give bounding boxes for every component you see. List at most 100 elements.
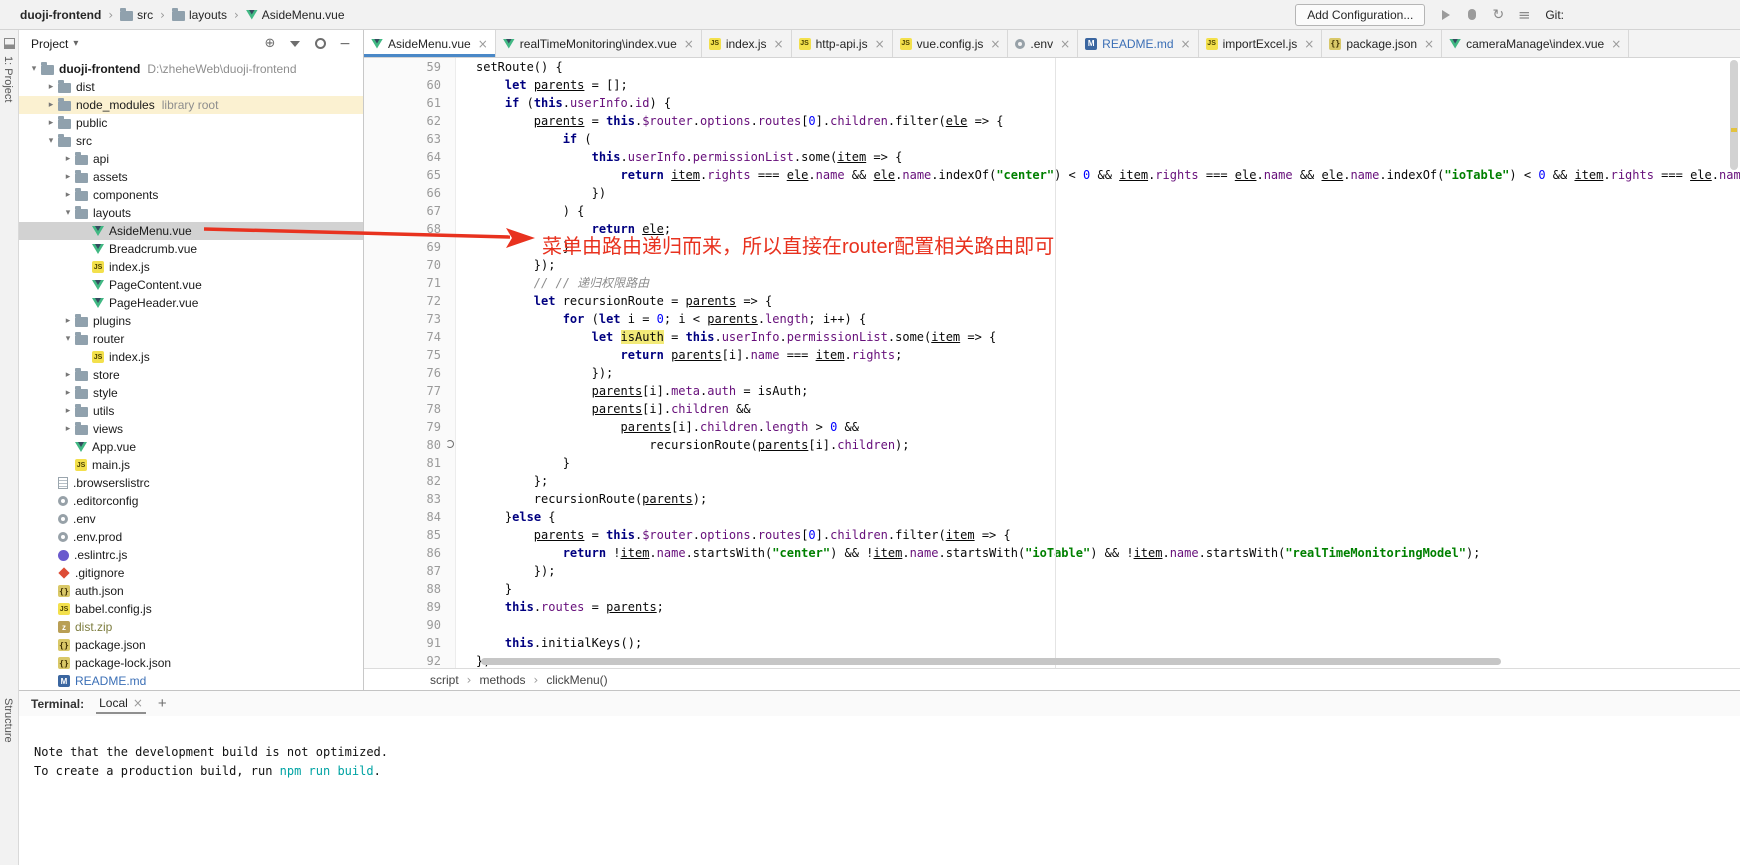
code-line[interactable]: return parents[i].name === item.rights; xyxy=(476,346,1740,364)
gutter-line-number[interactable]: 86 xyxy=(364,544,455,562)
editor[interactable]: 5960616263646566676869707172737475767778… xyxy=(364,58,1740,668)
code-line[interactable]: return !item.name.startsWith("center") &… xyxy=(476,544,1740,562)
tree-item-breadcrumb-vue[interactable]: Breadcrumb.vue xyxy=(19,240,363,258)
chevron-down-icon[interactable]: ▾ xyxy=(61,208,75,218)
tree-item-style[interactable]: ▸style xyxy=(19,384,363,402)
tree-item-utils[interactable]: ▸utils xyxy=(19,402,363,420)
close-tab-icon[interactable]: × xyxy=(1304,37,1314,51)
close-tab-icon[interactable]: × xyxy=(133,696,143,710)
gutter-line-number[interactable]: 92 xyxy=(364,652,455,668)
code-line[interactable]: if (this.userInfo.id) { xyxy=(476,94,1740,112)
breadcrumb-item-clickmenu[interactable]: clickMenu() xyxy=(546,673,607,687)
tree-item-api[interactable]: ▸api xyxy=(19,150,363,168)
chevron-right-icon[interactable]: ▸ xyxy=(61,424,75,434)
tree-item-router[interactable]: ▾router xyxy=(19,330,363,348)
tree-item-views[interactable]: ▸views xyxy=(19,420,363,438)
code-line[interactable]: let recursionRoute = parents => { xyxy=(476,292,1740,310)
code-line[interactable]: // // 递归权限路由 xyxy=(476,274,1740,292)
debug-icon[interactable] xyxy=(1464,7,1480,23)
tree-item-babel-config-js[interactable]: babel.config.js xyxy=(19,600,363,618)
tree-item-dist-zip[interactable]: dist.zip xyxy=(19,618,363,636)
gutter-line-number[interactable]: 72 xyxy=(364,292,455,310)
refresh-icon[interactable] xyxy=(1490,7,1506,23)
code-line[interactable]: let isAuth = this.userInfo.permissionLis… xyxy=(476,328,1740,346)
tree-item-asidemenu-vue[interactable]: AsideMenu.vue xyxy=(19,222,363,240)
code-line[interactable]: } xyxy=(476,580,1740,598)
gutter-line-number[interactable]: 59 xyxy=(364,58,455,76)
tree-item-index-js[interactable]: index.js xyxy=(19,348,363,366)
code-line[interactable]: setRoute() { xyxy=(476,58,1740,76)
tree-item-assets[interactable]: ▸assets xyxy=(19,168,363,186)
filter-icon[interactable] xyxy=(287,36,303,52)
tab-vue-config-js[interactable]: vue.config.js× xyxy=(893,30,1009,57)
chevron-right-icon[interactable]: ▸ xyxy=(44,82,58,92)
breadcrumb-item-layouts[interactable]: layouts xyxy=(172,8,227,22)
chevron-down-icon[interactable]: ▾ xyxy=(44,136,58,146)
add-configuration-button[interactable]: Add Configuration... xyxy=(1295,4,1425,26)
gutter-line-number[interactable]: 78 xyxy=(364,400,455,418)
terminal-output[interactable]: Note that the development build is not o… xyxy=(19,716,1740,865)
locate-icon[interactable] xyxy=(262,36,278,52)
gutter-line-number[interactable]: 70 xyxy=(364,256,455,274)
gutter-line-number[interactable]: 74 xyxy=(364,328,455,346)
close-tab-icon[interactable]: × xyxy=(1424,37,1434,51)
code-line[interactable]: parents[i].children && xyxy=(476,400,1740,418)
tree-item-index-js[interactable]: index.js xyxy=(19,258,363,276)
tree-item-env[interactable]: .env xyxy=(19,510,363,528)
tab-importexcel-js[interactable]: importExcel.js× xyxy=(1199,30,1323,57)
tree-item-pageheader-vue[interactable]: PageHeader.vue xyxy=(19,294,363,312)
code-line[interactable]: for (let i = 0; i < parents.length; i++)… xyxy=(476,310,1740,328)
gutter-line-number[interactable]: 91 xyxy=(364,634,455,652)
chevron-right-icon[interactable]: ▸ xyxy=(61,388,75,398)
close-tab-icon[interactable]: × xyxy=(1611,37,1621,51)
tree-item-app-vue[interactable]: App.vue xyxy=(19,438,363,456)
code-line[interactable]: } xyxy=(476,238,1740,256)
code-line[interactable]: }); xyxy=(476,364,1740,382)
gutter-line-number[interactable]: 75 xyxy=(364,346,455,364)
horizontal-scrollbar[interactable] xyxy=(481,658,1501,665)
gutter-line-number[interactable]: 89 xyxy=(364,598,455,616)
gutter-line-number[interactable]: 73 xyxy=(364,310,455,328)
breadcrumb-item-asidemenu-vue[interactable]: AsideMenu.vue xyxy=(246,8,345,22)
code-line[interactable]: recursionRoute(parents[i].children); xyxy=(476,436,1740,454)
tree-item-browserslistrc[interactable]: .browserslistrc xyxy=(19,474,363,492)
gutter-line-number[interactable]: 77 xyxy=(364,382,455,400)
tree-item-node-modules[interactable]: ▸node_moduleslibrary root xyxy=(19,96,363,114)
tab-package-json[interactable]: package.json× xyxy=(1322,30,1442,57)
code-line[interactable]: parents = this.$router.options.routes[0]… xyxy=(476,526,1740,544)
tab-http-api-js[interactable]: http-api.js× xyxy=(792,30,893,57)
gutter-line-number[interactable]: 81 xyxy=(364,454,455,472)
close-tab-icon[interactable]: × xyxy=(478,37,488,51)
code-line[interactable]: }); xyxy=(476,562,1740,580)
code-line[interactable]: this.userInfo.permissionList.some(item =… xyxy=(476,148,1740,166)
chevron-down-icon[interactable]: ▾ xyxy=(27,64,41,74)
editor-code[interactable]: setRoute() { let parents = []; if (this.… xyxy=(456,58,1740,668)
gutter-line-number[interactable]: 85 xyxy=(364,526,455,544)
close-tab-icon[interactable]: × xyxy=(774,37,784,51)
gutter-line-number[interactable]: 84 xyxy=(364,508,455,526)
hide-icon[interactable] xyxy=(337,36,353,52)
gutter-line-number[interactable]: 64 xyxy=(364,148,455,166)
code-line[interactable]: ) { xyxy=(476,202,1740,220)
tree-item-auth-json[interactable]: auth.json xyxy=(19,582,363,600)
tab-realtimemonitoring-index-vue[interactable]: realTimeMonitoring\index.vue× xyxy=(496,30,702,57)
code-line[interactable]: }else { xyxy=(476,508,1740,526)
code-line[interactable]: }) xyxy=(476,184,1740,202)
tree-item-readme-md[interactable]: README.md xyxy=(19,672,363,690)
gutter-line-number[interactable]: 68 xyxy=(364,220,455,238)
tree-item-eslintrc-js[interactable]: .eslintrc.js xyxy=(19,546,363,564)
gutter-line-number[interactable]: 63 xyxy=(364,130,455,148)
code-line[interactable]: let parents = []; xyxy=(476,76,1740,94)
play-icon[interactable] xyxy=(1438,7,1454,23)
recursive-call-icon[interactable] xyxy=(446,440,454,448)
tree-item-package-lock-json[interactable]: package-lock.json xyxy=(19,654,363,672)
code-line[interactable]: parents = this.$router.options.routes[0]… xyxy=(476,112,1740,130)
code-line[interactable]: return item.rights === ele.name && ele.n… xyxy=(476,166,1740,184)
code-line[interactable]: if ( xyxy=(476,130,1740,148)
terminal-tab-local[interactable]: Local × xyxy=(96,694,146,714)
close-tab-icon[interactable]: × xyxy=(1181,37,1191,51)
tree-item-env-prod[interactable]: .env.prod xyxy=(19,528,363,546)
code-line[interactable]: }); xyxy=(476,256,1740,274)
chevron-right-icon[interactable]: ▸ xyxy=(61,316,75,326)
stripe-structure-button[interactable]: Structure xyxy=(2,698,14,743)
